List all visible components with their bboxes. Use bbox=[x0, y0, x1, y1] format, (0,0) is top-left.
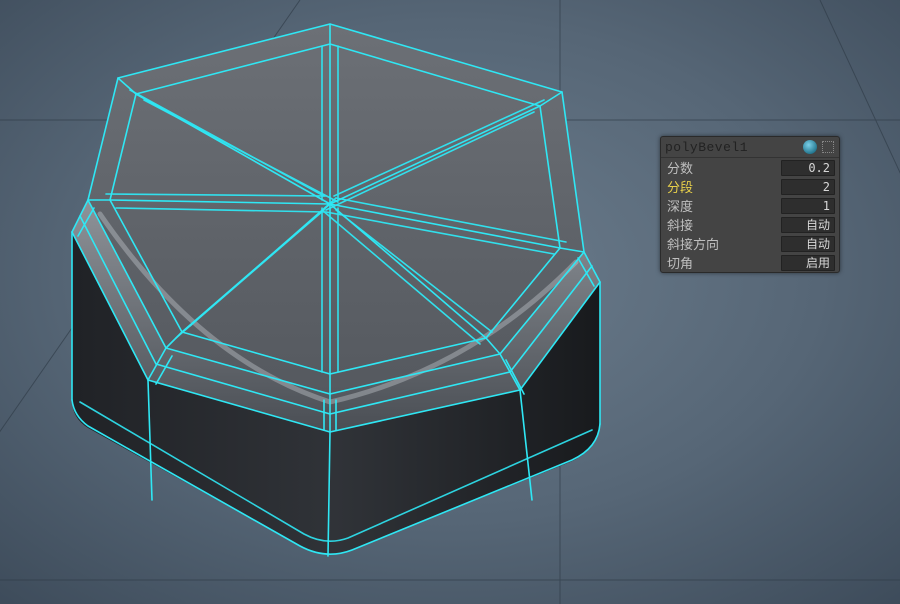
attr-label: 斜接 bbox=[667, 215, 781, 234]
attr-row-miter-dir[interactable]: 斜接方向 自动 bbox=[661, 234, 839, 253]
attr-value-fraction[interactable]: 0.2 bbox=[781, 160, 835, 176]
attr-label: 斜接方向 bbox=[667, 234, 781, 253]
attr-value-miter-dir[interactable]: 自动 bbox=[781, 236, 835, 252]
attr-row-depth[interactable]: 深度 1 bbox=[661, 196, 839, 215]
attr-label: 深度 bbox=[667, 196, 781, 215]
panel-header[interactable]: polyBevel1 bbox=[661, 137, 839, 158]
attr-value-miter[interactable]: 自动 bbox=[781, 217, 835, 233]
panel-title: polyBevel1 bbox=[665, 140, 803, 155]
attr-label: 分数 bbox=[667, 158, 781, 177]
attr-row-segments[interactable]: 分段 2 bbox=[661, 177, 839, 196]
panel-menu-icon[interactable] bbox=[821, 140, 835, 154]
viewport-3d[interactable] bbox=[0, 0, 900, 604]
attr-value-chamfer[interactable]: 启用 bbox=[781, 255, 835, 271]
attr-row-miter[interactable]: 斜接 自动 bbox=[661, 215, 839, 234]
attr-label: 切角 bbox=[667, 253, 781, 272]
attr-label: 分段 bbox=[667, 177, 781, 196]
node-attributes-panel[interactable]: polyBevel1 分数 0.2 分段 2 深度 1 斜接 自动 斜接方向 自… bbox=[660, 136, 840, 273]
attr-row-fraction[interactable]: 分数 0.2 bbox=[661, 158, 839, 177]
node-type-icon bbox=[803, 140, 817, 154]
attr-value-depth[interactable]: 1 bbox=[781, 198, 835, 214]
attr-value-segments[interactable]: 2 bbox=[781, 179, 835, 195]
attr-row-chamfer[interactable]: 切角 启用 bbox=[661, 253, 839, 272]
